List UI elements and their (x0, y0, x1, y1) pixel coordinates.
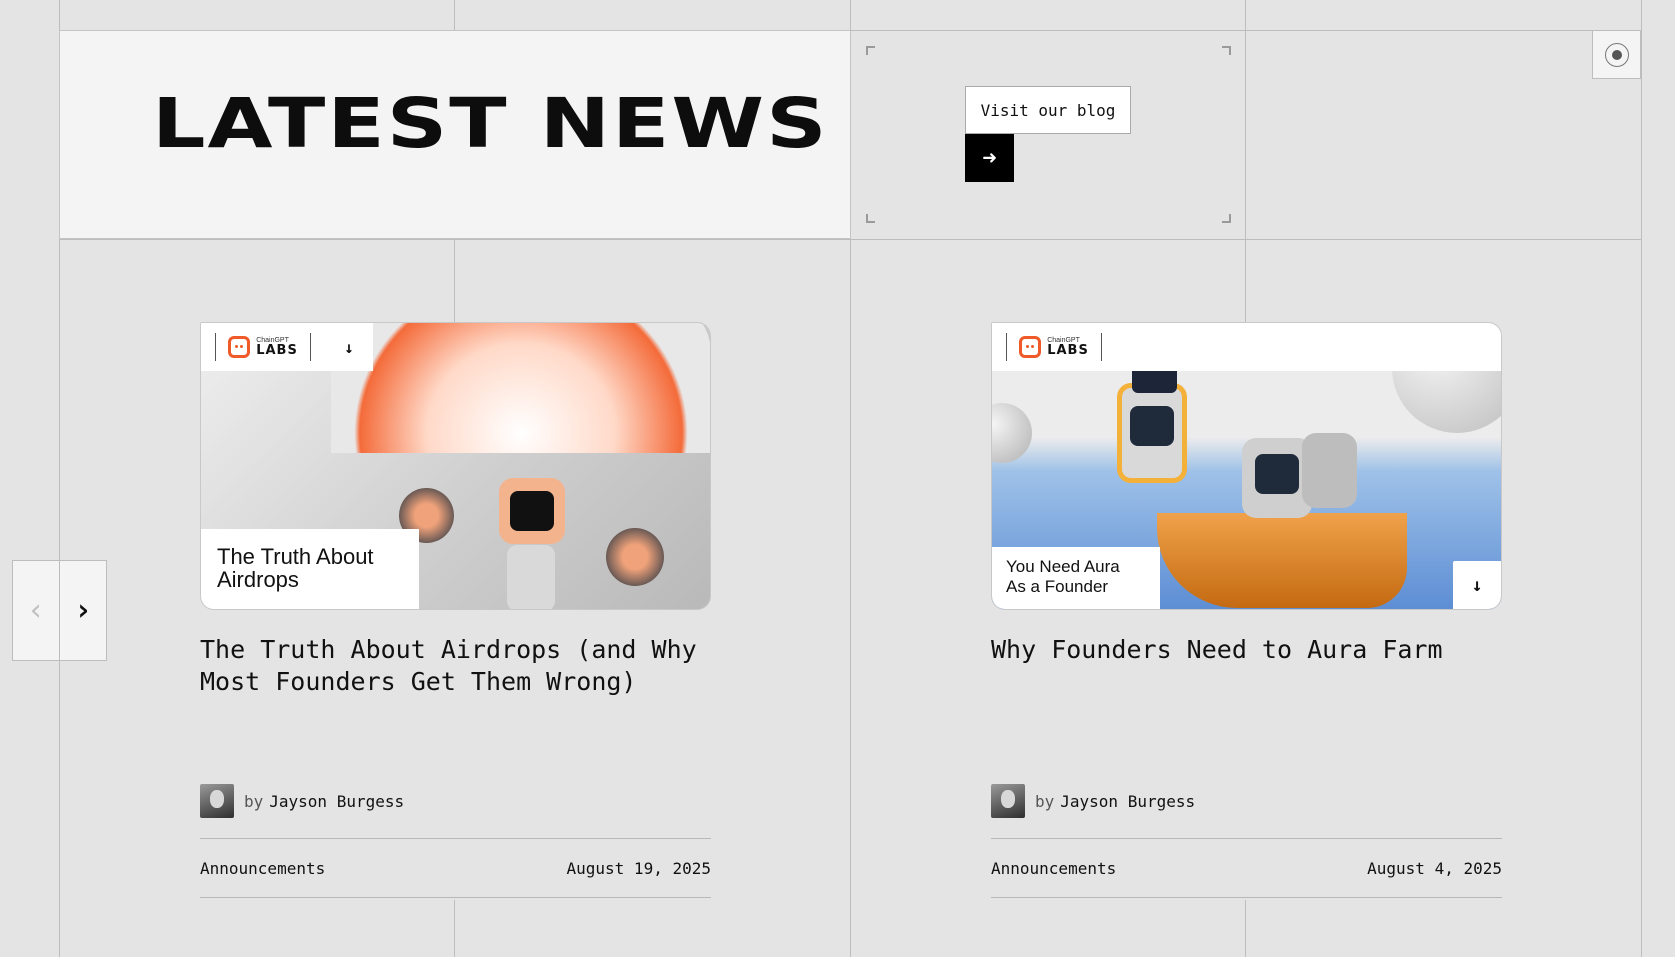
grid-line (59, 239, 1642, 240)
author-name: Jayson Burgess (1060, 791, 1196, 811)
download-button[interactable]: ↓ (325, 323, 373, 371)
grid-line (454, 239, 455, 322)
brand-badge: ChainGPT LABS (992, 323, 1116, 371)
post-thumbnail[interactable]: ChainGPT LABS You Need Aura As a Founder… (991, 322, 1502, 610)
post-meta: Announcements August 4, 2025 (991, 838, 1502, 898)
grid-line (1245, 0, 1246, 30)
grid-line (454, 0, 455, 30)
radio-toggle-button[interactable] (1592, 30, 1641, 79)
canoe-illustration (1157, 513, 1407, 608)
grid-line (454, 900, 455, 957)
thumbnail-caption-line: Airdrops (217, 567, 299, 593)
thumbnail-caption-line: You Need Aura (1006, 557, 1120, 576)
frame-corner (866, 46, 875, 55)
arrow-right-icon: ➜ (982, 144, 997, 172)
post-date: August 4, 2025 (1367, 858, 1502, 878)
robot-illustration (1117, 383, 1187, 483)
visit-blog-arrow-button[interactable]: ➜ (965, 134, 1014, 182)
radio-dot-icon (1604, 42, 1629, 67)
post-meta: Announcements August 19, 2025 (200, 838, 711, 898)
arrow-down-icon: ↓ (344, 337, 354, 357)
post-category[interactable]: Announcements (200, 859, 325, 878)
chevron-right-icon: › (73, 593, 93, 628)
grid-line (1245, 900, 1246, 957)
download-button[interactable]: ↓ (1453, 561, 1501, 609)
robot-body-illustration (507, 545, 555, 609)
post-title[interactable]: The Truth About Airdrops (and Why Most F… (200, 634, 711, 784)
coin-illustration (606, 528, 664, 586)
thumbnail-caption: The Truth About Airdrops (201, 529, 419, 609)
chevron-left-icon: ‹ (26, 593, 46, 628)
post-card[interactable]: ChainGPT LABS You Need Aura As a Founder… (991, 322, 1502, 898)
parachute-illustration (331, 323, 710, 453)
carousel-prev-button[interactable]: ‹ (12, 560, 60, 661)
hero-panel: LATEST NEWS (59, 30, 851, 239)
author-prefix: by (244, 791, 264, 811)
frame-corner (1222, 214, 1231, 223)
robot-illustration (1302, 433, 1357, 508)
chaingpt-logo-icon (228, 336, 251, 358)
post-category[interactable]: Announcements (991, 859, 1116, 878)
page-title: LATEST NEWS (152, 83, 829, 164)
chaingpt-logo-icon (1019, 336, 1042, 358)
visit-blog-button[interactable]: Visit our blog (965, 86, 1131, 134)
robot-illustration (499, 478, 565, 544)
frame-corner (866, 214, 875, 223)
brand-badge: ChainGPT LABS (201, 323, 325, 371)
author-name: Jayson Burgess (269, 791, 405, 811)
post-date: August 19, 2025 (566, 858, 712, 878)
thumbnail-caption-line: As a Founder (1006, 577, 1109, 597)
arrow-down-icon: ↓ (1471, 574, 1483, 596)
post-card[interactable]: ChainGPT LABS ↓ The Truth About Airdrops… (200, 322, 711, 898)
author-prefix: by (1035, 791, 1055, 811)
post-thumbnail[interactable]: ChainGPT LABS ↓ The Truth About Airdrops (200, 322, 711, 610)
sphere-illustration (992, 403, 1032, 463)
grid-line (1641, 0, 1642, 957)
post-author: by Jayson Burgess (200, 784, 711, 818)
avatar (991, 784, 1025, 818)
blog-cta-panel: Visit our blog ➜ (851, 30, 1246, 239)
post-title[interactable]: Why Founders Need to Aura Farm (991, 634, 1502, 784)
carousel-next-button[interactable]: › (59, 560, 107, 661)
frame-corner (1222, 46, 1231, 55)
thumbnail-caption: You Need Aura As a Founder (992, 547, 1160, 609)
post-author: by Jayson Burgess (991, 784, 1502, 818)
avatar (200, 784, 234, 818)
thumbnail-caption-line: The Truth About (217, 544, 374, 569)
